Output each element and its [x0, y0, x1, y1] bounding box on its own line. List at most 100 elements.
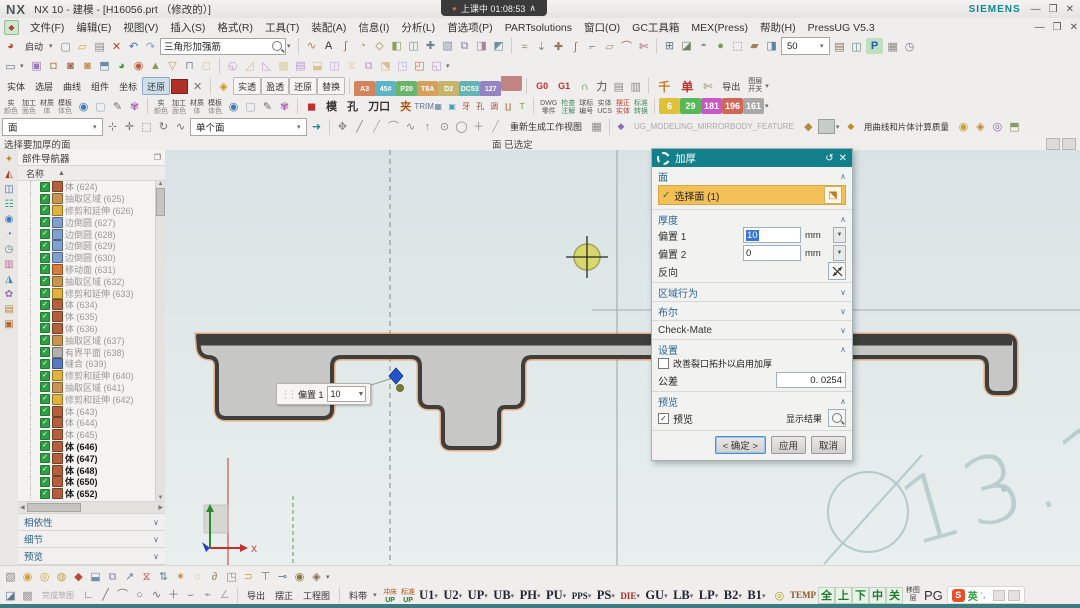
caret-icon[interactable]: ▾ — [373, 591, 380, 599]
line-icon[interactable]: ╱ — [351, 118, 368, 135]
standard-convert-chip[interactable]: 标准 转换 — [632, 99, 650, 117]
keyboard-icon[interactable] — [993, 589, 1006, 601]
feature-trim-640[interactable]: 修剪和延伸 (640) — [18, 369, 156, 382]
feature-trim-626[interactable]: 修剪和延伸 (626) — [18, 204, 156, 217]
tolerance-input[interactable]: 0. 0254 — [776, 372, 846, 388]
dimension-icon[interactable]: ∠ — [216, 586, 233, 603]
sequence-icon[interactable]: ⇅ — [155, 568, 172, 585]
note-icon[interactable]: ▥ — [627, 78, 644, 95]
doc-close-button[interactable]: ✕ — [1070, 22, 1078, 33]
feature-plane-638[interactable]: 有界平面 (638) — [18, 346, 156, 358]
sketch-in-task-icon[interactable]: ◪ — [2, 587, 19, 604]
layer-settings-icon[interactable]: ▤ — [831, 38, 848, 55]
menu-item[interactable]: 工具(T) — [259, 22, 305, 34]
offset2-input[interactable]: 0 — [743, 245, 801, 261]
plus-icon[interactable]: ＋ — [470, 118, 487, 135]
improve-topology-checkbox[interactable] — [658, 358, 669, 369]
vector-icon[interactable]: ↑ — [419, 119, 436, 136]
drag-grip-icon[interactable]: ⋮⋮ — [281, 389, 297, 400]
b1-button[interactable]: B1 ▾ — [746, 588, 770, 603]
show-result-button[interactable] — [828, 409, 846, 427]
feature-checkbox[interactable] — [40, 264, 50, 275]
open-folder-icon[interactable]: ▱ — [74, 38, 91, 55]
menu-item[interactable]: 编辑(E) — [70, 22, 117, 34]
material-body-chip[interactable]: 材质体 — [38, 99, 56, 117]
finish-sketch-button[interactable]: 完成草图 — [37, 586, 79, 604]
sketch-task-icon[interactable]: ▭ — [2, 58, 19, 75]
chevron-up-icon[interactable]: ∧ — [840, 215, 846, 224]
move-object-icon[interactable]: ◨ — [763, 37, 780, 54]
add-component-icon[interactable]: ◉ — [19, 568, 36, 585]
lower-button[interactable]: 下 — [851, 586, 869, 604]
offset2-unit-caret-icon[interactable]: ▼ — [833, 245, 846, 261]
roles-icon[interactable]: ✿ — [2, 287, 17, 302]
export-chip[interactable]: 导出 — [717, 77, 745, 95]
blue-cube-icon[interactable]: ▣ — [445, 98, 459, 115]
feature-checkbox[interactable] — [40, 370, 50, 381]
section-view-icon[interactable]: ◪ — [678, 37, 695, 54]
curvature-comb-icon[interactable]: ∩ — [576, 78, 593, 95]
offset-mini-input[interactable]: 10 ▼ — [326, 386, 366, 402]
status-mini-icon[interactable] — [1062, 137, 1076, 150]
more-assembly-icon[interactable]: ◈ — [308, 568, 325, 585]
die-button[interactable]: DIE ▾ — [619, 591, 644, 601]
machining-color-chip-2[interactable]: 加工 面色 — [170, 99, 188, 117]
spline2-icon[interactable]: ∿ — [402, 118, 419, 135]
menu-item[interactable]: MEX(Press) — [685, 22, 754, 34]
feature-checkbox[interactable] — [40, 311, 50, 322]
boolean-header[interactable]: 布尔 ∨ — [658, 304, 846, 319]
interpart-link-icon[interactable]: ∂ — [206, 568, 223, 585]
hole2-icon[interactable]: 孔 — [473, 98, 487, 115]
draft-icon[interactable]: ◺ — [258, 57, 275, 74]
slash-icon[interactable]: ╱ — [487, 118, 504, 135]
ring-icon[interactable]: ◎ — [771, 587, 788, 604]
material-127-chip[interactable]: 127 — [480, 81, 502, 96]
block-feature-icon[interactable]: ▣ — [28, 57, 45, 74]
paint-bucket-icon[interactable]: ◆ — [800, 118, 817, 135]
reverse-direction-button[interactable] — [828, 262, 846, 280]
project-curve-icon[interactable]: ⇣ — [533, 38, 550, 55]
feature-trim-642[interactable]: 修剪和延伸 (642) — [18, 393, 156, 405]
feature-body-650[interactable]: 体 (650) — [18, 475, 156, 488]
qian-macro-chip[interactable]: 千 — [653, 77, 675, 95]
reset-icon[interactable]: ↺ — [825, 153, 833, 164]
constrain-icon[interactable]: ◆ — [70, 568, 87, 585]
float-panel-icon[interactable]: ❐ — [154, 153, 161, 162]
window-icon[interactable]: ▦ — [884, 38, 901, 55]
chevron-down-icon[interactable]: ∨ — [153, 518, 159, 527]
feature-checkbox[interactable] — [40, 476, 50, 487]
split-body-icon[interactable]: ◫ — [326, 57, 343, 74]
new-file-icon[interactable]: ▢ — [57, 38, 74, 55]
solid-color-chip-2[interactable]: 实颜色 — [152, 99, 170, 117]
maximize-button[interactable]: ❐ — [1049, 4, 1058, 15]
dwg-part-chip[interactable]: DWG 零件 — [538, 99, 559, 117]
checkmate-header[interactable]: Check-Mate ∨ — [658, 323, 846, 337]
cylinder-feature-icon[interactable]: ◘ — [45, 58, 62, 75]
scroll-left-icon[interactable]: ◀ — [20, 504, 25, 511]
type-filter-caret-icon[interactable]: ▾ — [93, 123, 100, 131]
collapse-caret-icon[interactable]: ∧ — [529, 3, 536, 14]
layer-29-chip[interactable]: 29 — [680, 98, 702, 114]
menu-item[interactable]: 文件(F) — [24, 22, 70, 34]
list-icon[interactable]: ▤ — [610, 78, 627, 95]
part-navigator-icon[interactable]: ◫ — [2, 182, 17, 197]
chamfer-icon[interactable]: ◿ — [241, 57, 258, 74]
chevron-down-icon[interactable]: ∨ — [153, 552, 159, 561]
snap-point-icon[interactable]: ⊹ — [104, 118, 121, 135]
start-menu-button[interactable]: 启动 — [20, 37, 48, 55]
red-body-chip[interactable]: ◼ — [302, 97, 321, 115]
onscreen-offset-input[interactable]: ⋮⋮ 偏置 1 10 ▼ — [276, 383, 371, 405]
shaded-sphere-icon[interactable]: ● — [712, 38, 729, 55]
mold-chip[interactable]: 模 — [321, 97, 342, 115]
menu-item[interactable]: 装配(A) — [305, 22, 352, 34]
arc-tool-icon[interactable]: ⌒ — [114, 586, 131, 603]
thickness-section-header[interactable]: 厚度 ∧ — [658, 212, 846, 227]
circle-icon[interactable]: ◯ — [453, 118, 470, 135]
pattern-component-icon[interactable]: ⧉ — [104, 569, 121, 586]
fillet-icon[interactable]: ◵ — [224, 57, 241, 74]
caret-icon[interactable]: ▾ — [326, 573, 333, 581]
force-icon[interactable]: 力 — [593, 77, 610, 94]
type-filter-combo[interactable]: 面 ▾ — [2, 117, 103, 136]
spline-icon[interactable]: ∿ — [303, 37, 320, 54]
feature-checkbox[interactable] — [40, 276, 50, 287]
